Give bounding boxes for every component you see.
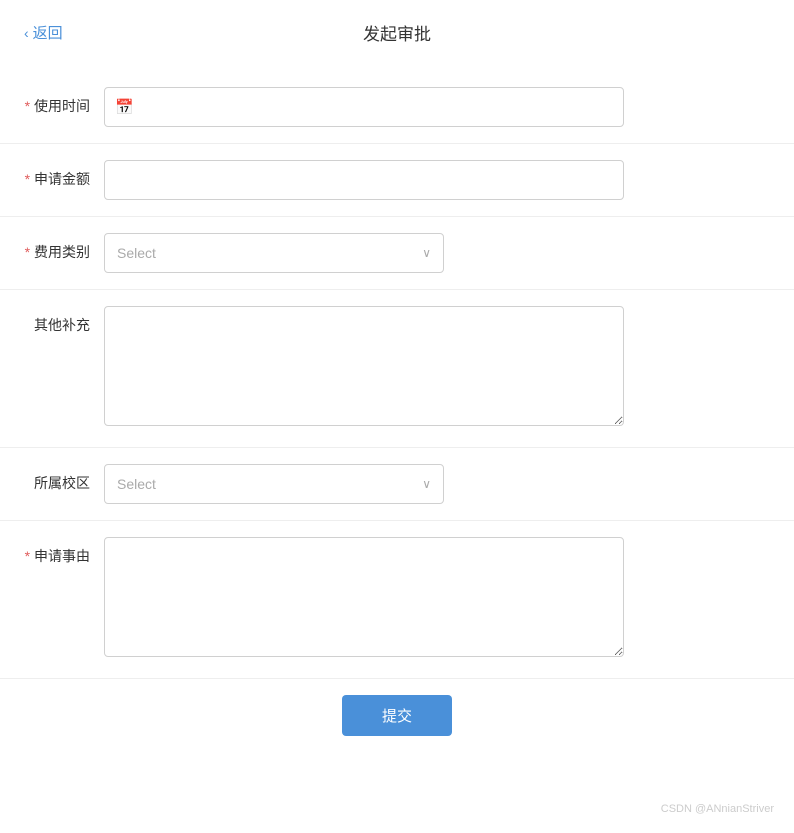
chevron-down-icon-2: ∨: [422, 477, 431, 491]
page-header: ‹ 返回 发起审批: [0, 0, 794, 61]
expense-type-placeholder: Select: [117, 245, 422, 261]
campus-select[interactable]: Select ∨: [104, 464, 444, 504]
back-button[interactable]: ‹ 返回: [24, 22, 63, 43]
field-supplement-input: [104, 306, 624, 431]
reason-textarea[interactable]: [104, 537, 624, 657]
calendar-icon: 📅: [115, 98, 134, 116]
campus-placeholder: Select: [117, 476, 422, 492]
field-supplement: 其他补充: [0, 290, 794, 448]
page-title: 发起审批: [363, 20, 431, 45]
field-expense-type: 费用类别 Select ∨: [0, 217, 794, 290]
watermark: CSDN @ANnianStriver: [661, 803, 774, 815]
expense-type-select[interactable]: Select ∨: [104, 233, 444, 273]
field-campus-input: Select ∨: [104, 464, 624, 504]
label-amount: 申请金额: [24, 160, 104, 190]
back-label: 返回: [33, 22, 63, 43]
label-use-time: 使用时间: [24, 87, 104, 117]
label-expense-type: 费用类别: [24, 233, 104, 263]
supplement-textarea[interactable]: [104, 306, 624, 426]
field-reason: 申请事由: [0, 521, 794, 679]
form-container: 使用时间 📅 申请金额 费用类别 Select ∨ 其他补充 所属校区: [0, 61, 794, 792]
label-supplement: 其他补充: [24, 306, 104, 336]
submit-button[interactable]: 提交: [342, 695, 452, 736]
field-amount: 申请金额: [0, 144, 794, 217]
chevron-down-icon: ∨: [422, 246, 431, 260]
field-reason-input: [104, 537, 624, 662]
field-use-time: 使用时间 📅: [0, 71, 794, 144]
label-reason: 申请事由: [24, 537, 104, 567]
amount-input[interactable]: [104, 160, 624, 200]
label-campus: 所属校区: [24, 464, 104, 494]
submit-row: 提交: [0, 679, 794, 752]
field-use-time-input: 📅: [104, 87, 624, 127]
field-campus: 所属校区 Select ∨: [0, 448, 794, 521]
chevron-left-icon: ‹: [24, 25, 29, 41]
field-expense-type-input: Select ∨: [104, 233, 624, 273]
date-input-wrapper[interactable]: 📅: [104, 87, 624, 127]
field-amount-input: [104, 160, 624, 200]
